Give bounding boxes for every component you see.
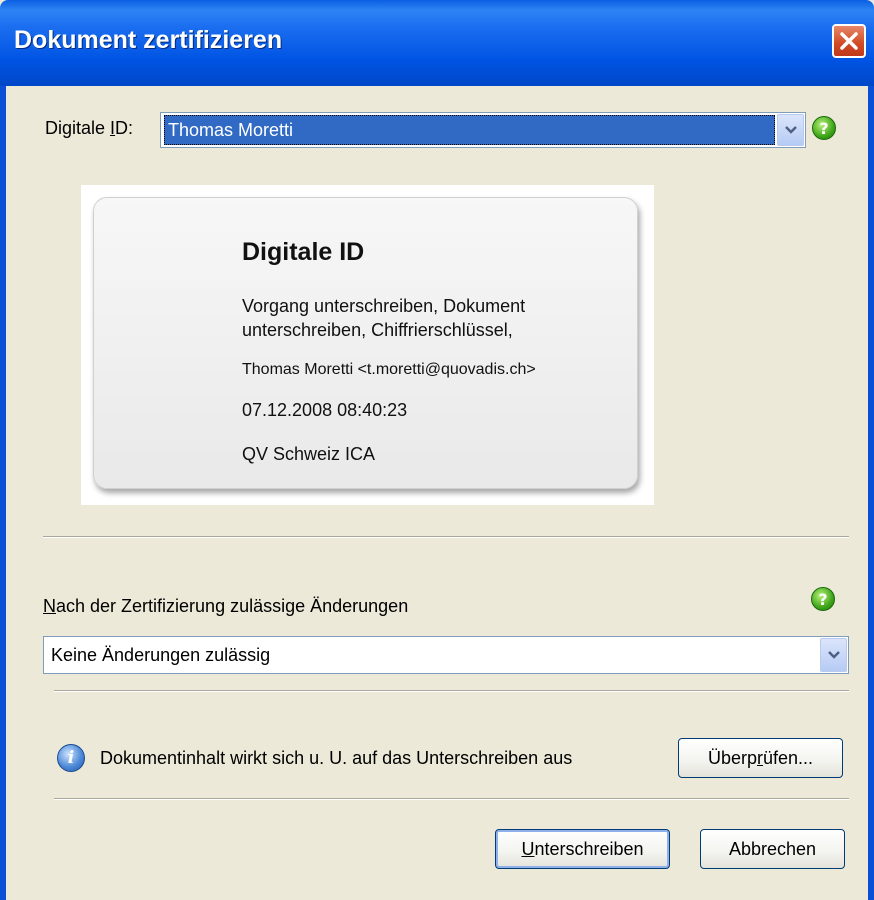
changes-selected-value: Keine Änderungen zulässig <box>51 644 271 665</box>
digital-id-card: Digitale ID Vorgang unterschreiben, Doku… <box>93 197 638 489</box>
certify-document-dialog: Dokument zertifizieren Digitale ID: Thom… <box>0 0 874 900</box>
card-title: Digitale ID <box>242 238 365 266</box>
window-frame-right <box>868 86 874 900</box>
digital-id-label: Digitale ID: <box>45 118 133 139</box>
card-usage: Vorgang unterschreiben, Dokument untersc… <box>242 296 526 346</box>
separator-middle <box>54 690 849 692</box>
sign-button[interactable]: Unterschreiben <box>495 829 670 869</box>
changes-select[interactable]: Keine Änderungen zulässig <box>43 636 849 674</box>
card-date: 07.12.2008 08:40:23 <box>242 400 408 420</box>
card-owner: Thomas Moretti <t.moretti@quovadis.ch> <box>242 361 536 378</box>
dialog-title: Dokument zertifizieren <box>14 26 283 54</box>
digital-id-selected-value: Thomas Moretti <box>164 115 775 145</box>
digital-id-preview: Digitale ID Vorgang unterschreiben, Doku… <box>81 185 654 505</box>
separator-bottom <box>54 798 849 800</box>
changes-label-rest: ach der Zertifizierung zulässige Änderun… <box>56 596 409 616</box>
card-issuer: QV Schweiz ICA <box>242 444 376 464</box>
cancel-button[interactable]: Abbrechen <box>700 829 845 869</box>
digital-id-dropdown-button[interactable] <box>777 114 804 146</box>
info-icon: i <box>57 744 85 772</box>
title-bar[interactable]: Dokument zertifizieren <box>0 0 874 86</box>
dialog-body: Digitale ID: Thomas Moretti ? Digitale I… <box>6 86 868 900</box>
changes-dropdown-button[interactable] <box>820 638 847 672</box>
separator-top <box>43 536 849 538</box>
changes-label: Nach der Zertifizierung zulässige Änderu… <box>43 596 408 617</box>
close-icon <box>840 32 858 50</box>
changes-label-accel: N <box>43 596 56 616</box>
sign-label-rest: nterschreiben <box>534 838 644 859</box>
digital-id-label-prefix: Digitale <box>45 118 111 138</box>
changes-help-icon[interactable]: ? <box>811 587 835 611</box>
info-text: Dokumentinhalt wirkt sich u. U. auf das … <box>100 748 573 768</box>
review-button[interactable]: Überp r üfen... <box>678 738 843 778</box>
digital-id-help-icon[interactable]: ? <box>812 116 836 140</box>
digital-id-label-suffix: D: <box>115 118 134 138</box>
review-label-before: Überp <box>707 747 757 768</box>
sign-label-accel: U <box>521 838 535 859</box>
close-button[interactable] <box>832 24 866 58</box>
review-label-after: üfen... <box>762 747 814 768</box>
digital-id-select[interactable]: Thomas Moretti <box>160 112 806 148</box>
chevron-down-icon <box>827 651 840 659</box>
chevron-down-icon <box>784 126 797 134</box>
